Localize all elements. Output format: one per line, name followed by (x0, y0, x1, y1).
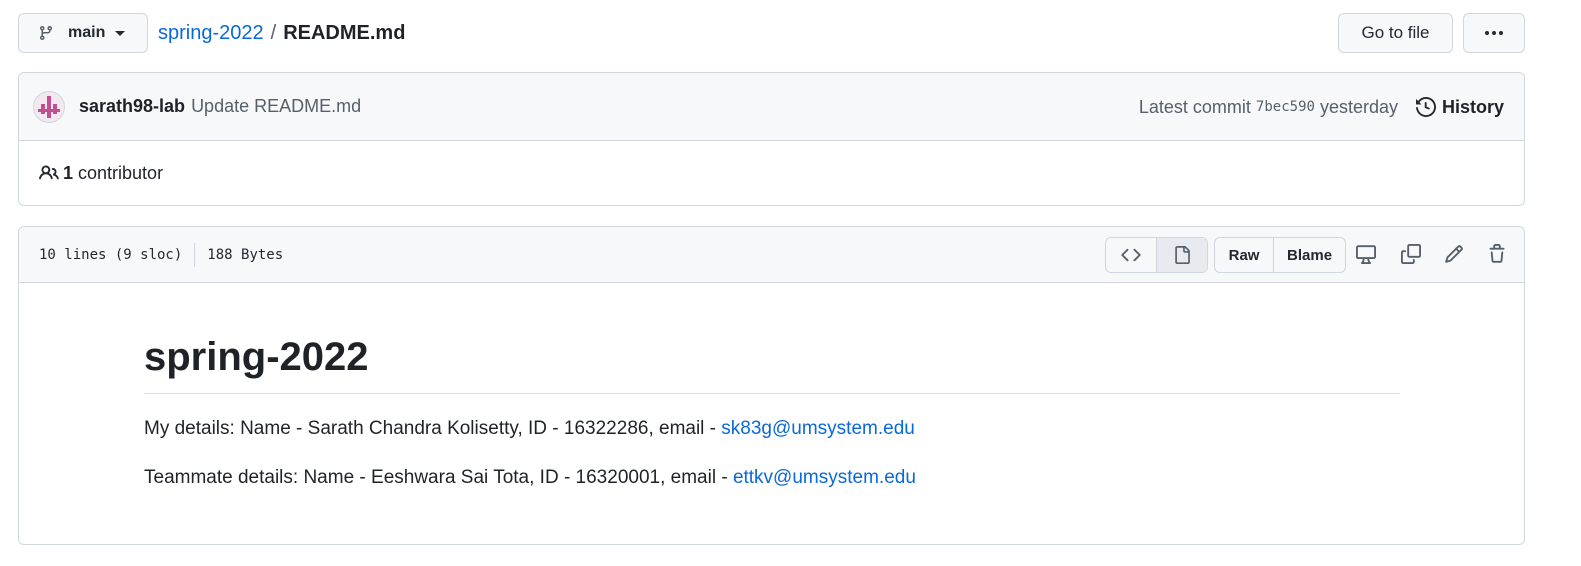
my-details-text: My details: Name - Sarath Chandra Kolise… (144, 418, 722, 439)
contributor-count: 1 (63, 162, 74, 183)
trash-icon (1487, 244, 1507, 264)
file-header: 10 lines (9 sloc) 188 Bytes Raw Blame (19, 227, 1524, 283)
edit-file-button[interactable] (1443, 243, 1465, 265)
pencil-icon (1444, 244, 1464, 264)
breadcrumb: spring-2022 / README.md (158, 13, 405, 53)
more-options-button[interactable] (1463, 13, 1525, 53)
kebab-horizontal-icon (1484, 30, 1504, 36)
breadcrumb-file-name: README.md (283, 21, 406, 44)
my-email-link[interactable]: sk83g@umsystem.edu (721, 418, 915, 439)
teammate-details-text: Teammate details: Name - Eeshwara Sai To… (144, 466, 733, 488)
contributors-row[interactable]: 1 contributor (19, 141, 1524, 205)
readme-title: spring-2022 (144, 335, 1400, 394)
display-rendered-button[interactable] (1156, 238, 1207, 272)
file-lines: 10 lines (9 sloc) (39, 246, 183, 263)
open-desktop-button[interactable] (1355, 243, 1377, 265)
latest-commit-label: Latest commit (1138, 96, 1251, 117)
contributor-label: contributor (78, 162, 164, 183)
readme-content: spring-2022 My details: Name - Sarath Ch… (144, 283, 1400, 491)
breadcrumb-separator: / (270, 21, 277, 44)
desktop-icon (1356, 244, 1376, 264)
view-mode-toggle (1105, 237, 1208, 273)
file-size: 188 Bytes (207, 246, 284, 263)
commit-message-link[interactable]: Update README.md (191, 96, 361, 117)
copy-icon (1401, 244, 1421, 264)
file-viewer: 10 lines (9 sloc) 188 Bytes Raw Blame sp… (18, 226, 1525, 545)
readme-paragraph-my-details: My details: Name - Sarath Chandra Kolise… (144, 416, 1400, 443)
blame-button[interactable]: Blame (1273, 238, 1345, 272)
file-info: 10 lines (9 sloc) 188 Bytes (39, 242, 284, 267)
file-icon (1173, 246, 1191, 264)
file-navigation: main spring-2022 / README.md Go to file (18, 13, 1525, 53)
commit-time: yesterday (1319, 96, 1398, 117)
go-to-file-button[interactable]: Go to file (1338, 13, 1453, 53)
branch-name: main (68, 24, 106, 41)
raw-button[interactable]: Raw (1215, 238, 1273, 272)
git-branch-icon (38, 25, 54, 41)
code-icon (1121, 245, 1141, 265)
people-icon (39, 163, 59, 183)
caret-down-icon (115, 30, 126, 36)
breadcrumb-repo-link[interactable]: spring-2022 (158, 22, 264, 45)
branch-selector-button[interactable]: main (18, 13, 148, 53)
history-link[interactable]: History (1415, 96, 1504, 118)
commit-sha-link[interactable]: 7bec590 (1256, 99, 1315, 115)
copy-raw-button[interactable] (1400, 243, 1422, 265)
commit-meta: Latest commit 7bec590 yesterday History (1139, 73, 1504, 141)
readme-paragraph-teammate-details: Teammate details: Name - Eeshwara Sai To… (144, 465, 1400, 492)
commit-author-link[interactable]: sarath98-lab (79, 96, 185, 117)
raw-blame-group: Raw Blame (1214, 237, 1346, 273)
latest-commit-box: sarath98-lab Update README.md Latest com… (18, 72, 1525, 206)
display-source-button[interactable] (1106, 238, 1156, 272)
teammate-email-link[interactable]: ettkv@umsystem.edu (733, 467, 916, 488)
avatar[interactable] (33, 90, 65, 123)
commit-header: sarath98-lab Update README.md Latest com… (19, 73, 1524, 141)
history-icon (1415, 97, 1436, 117)
history-label: History (1441, 96, 1504, 117)
delete-file-button[interactable] (1486, 243, 1508, 265)
file-info-divider (194, 242, 196, 267)
